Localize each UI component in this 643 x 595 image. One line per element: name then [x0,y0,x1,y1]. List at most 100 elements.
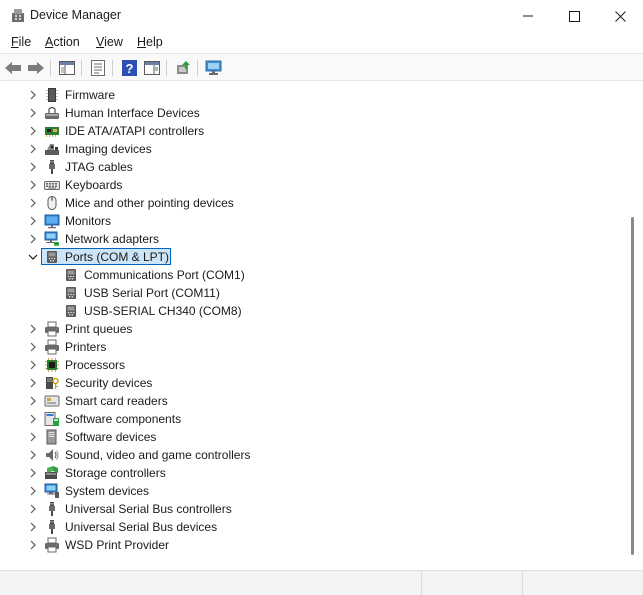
tree-device-item[interactable]: USB-SERIAL CH340 (COM8) [2,302,602,320]
tree-item-label: IDE ATA/ATAPI controllers [65,124,205,138]
action-pane-icon [144,61,160,75]
processor-icon [45,358,59,372]
tree-category-item[interactable]: Universal Serial Bus controllers [2,500,602,518]
usb-plug-icon [49,160,55,174]
tree-category-item[interactable]: Monitors [2,212,602,230]
tree-category-item[interactable]: WSD Print Provider [2,536,602,554]
tree-category-item[interactable]: Software devices [2,428,602,446]
vertical-scrollbar[interactable] [628,82,638,568]
device-manager-app-icon [12,9,24,22]
toolbar: ? [0,53,643,81]
update-driver-button[interactable] [173,58,193,78]
software-device-icon [46,429,57,445]
tree-category-item[interactable]: Firmware [2,86,602,104]
menu-action[interactable]: Action [45,35,80,49]
chevron-right-icon [30,144,36,154]
scan-hardware-button[interactable] [204,58,224,78]
show-hide-console-tree-button[interactable] [57,58,77,78]
tree-item-label: Printers [65,340,107,354]
tree-category-item[interactable]: Imaging devices [2,140,602,158]
menu-help-accel: H [137,35,147,49]
tree-category-item[interactable]: Print queues [2,320,602,338]
chevron-right-icon [30,90,36,100]
tree-category-item[interactable]: Mice and other pointing devices [2,194,602,212]
menu-help[interactable]: Help [137,35,163,49]
chevron-right-icon [30,432,36,442]
chevron-right-icon [30,396,36,406]
tree-category-item[interactable]: Storage controllers [2,464,602,482]
tree-category-item[interactable]: Network adapters [2,230,602,248]
port-icon [47,251,57,263]
forward-button[interactable] [26,58,46,78]
update-driver-icon [177,61,190,74]
tree-category-item[interactable]: Smart card readers [2,392,602,410]
firmware-icon [46,88,58,102]
tree-item-label: USB Serial Port (COM11) [84,286,220,300]
tree-item-label: Universal Serial Bus controllers [65,502,232,516]
device-tree[interactable]: Firmware Human Interface Devices IDE ATA/A… [2,82,630,568]
smart-card-icon [44,395,60,407]
tree-item-label: Universal Serial Bus devices [65,520,218,534]
tree-category-item[interactable]: Ports (COM & LPT) [2,248,602,266]
tree-category-item[interactable]: JTAG cables [2,158,602,176]
tree-item-label: Mice and other pointing devices [65,196,234,210]
status-bar [0,570,643,595]
tree-category-item[interactable]: Processors [2,356,602,374]
network-adapter-icon [44,231,59,246]
show-hide-console-tree-icon [59,61,75,75]
forward-icon [28,62,44,74]
chevron-right-icon [30,450,36,460]
toolbar-separator [112,60,113,76]
tree-category-item[interactable]: Security devices [2,374,602,392]
tree-device-item[interactable]: Communications Port (COM1) [2,266,602,284]
tree-category-item[interactable]: Universal Serial Bus devices [2,518,602,536]
tree-item-label: Software devices [65,430,157,444]
scrollbar-thumb[interactable] [631,217,634,555]
tree-category-item[interactable]: IDE ATA/ATAPI controllers [2,122,602,140]
menu-view-label: iew [104,35,123,49]
chevron-right-icon [30,360,36,370]
usb-plug-icon [49,520,55,534]
tree-item-label: Software components [65,412,182,426]
tree-category-item[interactable]: Software components [2,410,602,428]
tree-device-item[interactable]: USB Serial Port (COM11) [2,284,602,302]
action-pane-button[interactable] [142,58,162,78]
tree-category-item[interactable]: Sound, video and game controllers [2,446,602,464]
toolbar-separator [166,60,167,76]
menu-file[interactable]: File [11,35,31,49]
port-icon [66,305,76,317]
chevron-right-icon [30,234,36,244]
hid-icon [45,106,59,119]
menu-view-accel: V [96,35,105,49]
tree-category-item[interactable]: Human Interface Devices [2,104,602,122]
properties-button[interactable] [88,58,108,78]
chevron-right-icon [30,522,36,532]
port-icon [66,287,76,299]
menu-view[interactable]: View [96,35,123,49]
title-bar[interactable]: Device Manager [0,0,643,32]
chevron-right-icon [30,324,36,334]
help-button[interactable]: ? [119,58,139,78]
maximize-button[interactable] [551,0,597,32]
tree-category-item[interactable]: System devices [2,482,602,500]
chevron-right-icon [30,378,36,388]
security-device-icon [46,377,59,389]
chevron-right-icon [30,162,36,172]
minimize-button[interactable] [505,0,551,32]
keyboard-icon [44,181,60,190]
speaker-icon [46,449,59,461]
back-button[interactable] [3,58,23,78]
tree-item-label: Human Interface Devices [65,106,200,120]
printer-icon [45,339,59,355]
tree-category-item[interactable]: Keyboards [2,176,602,194]
chevron-right-icon [30,504,36,514]
minimize-icon [523,15,533,17]
chevron-right-icon [30,216,36,226]
tree-category-item[interactable]: Printers [2,338,602,356]
chevron-right-icon [30,540,36,550]
tree-item-label: WSD Print Provider [65,538,170,552]
status-bar-segment [522,571,523,595]
monitor-icon [44,214,60,229]
window-title: Device Manager [30,8,122,22]
close-button[interactable] [597,0,643,32]
